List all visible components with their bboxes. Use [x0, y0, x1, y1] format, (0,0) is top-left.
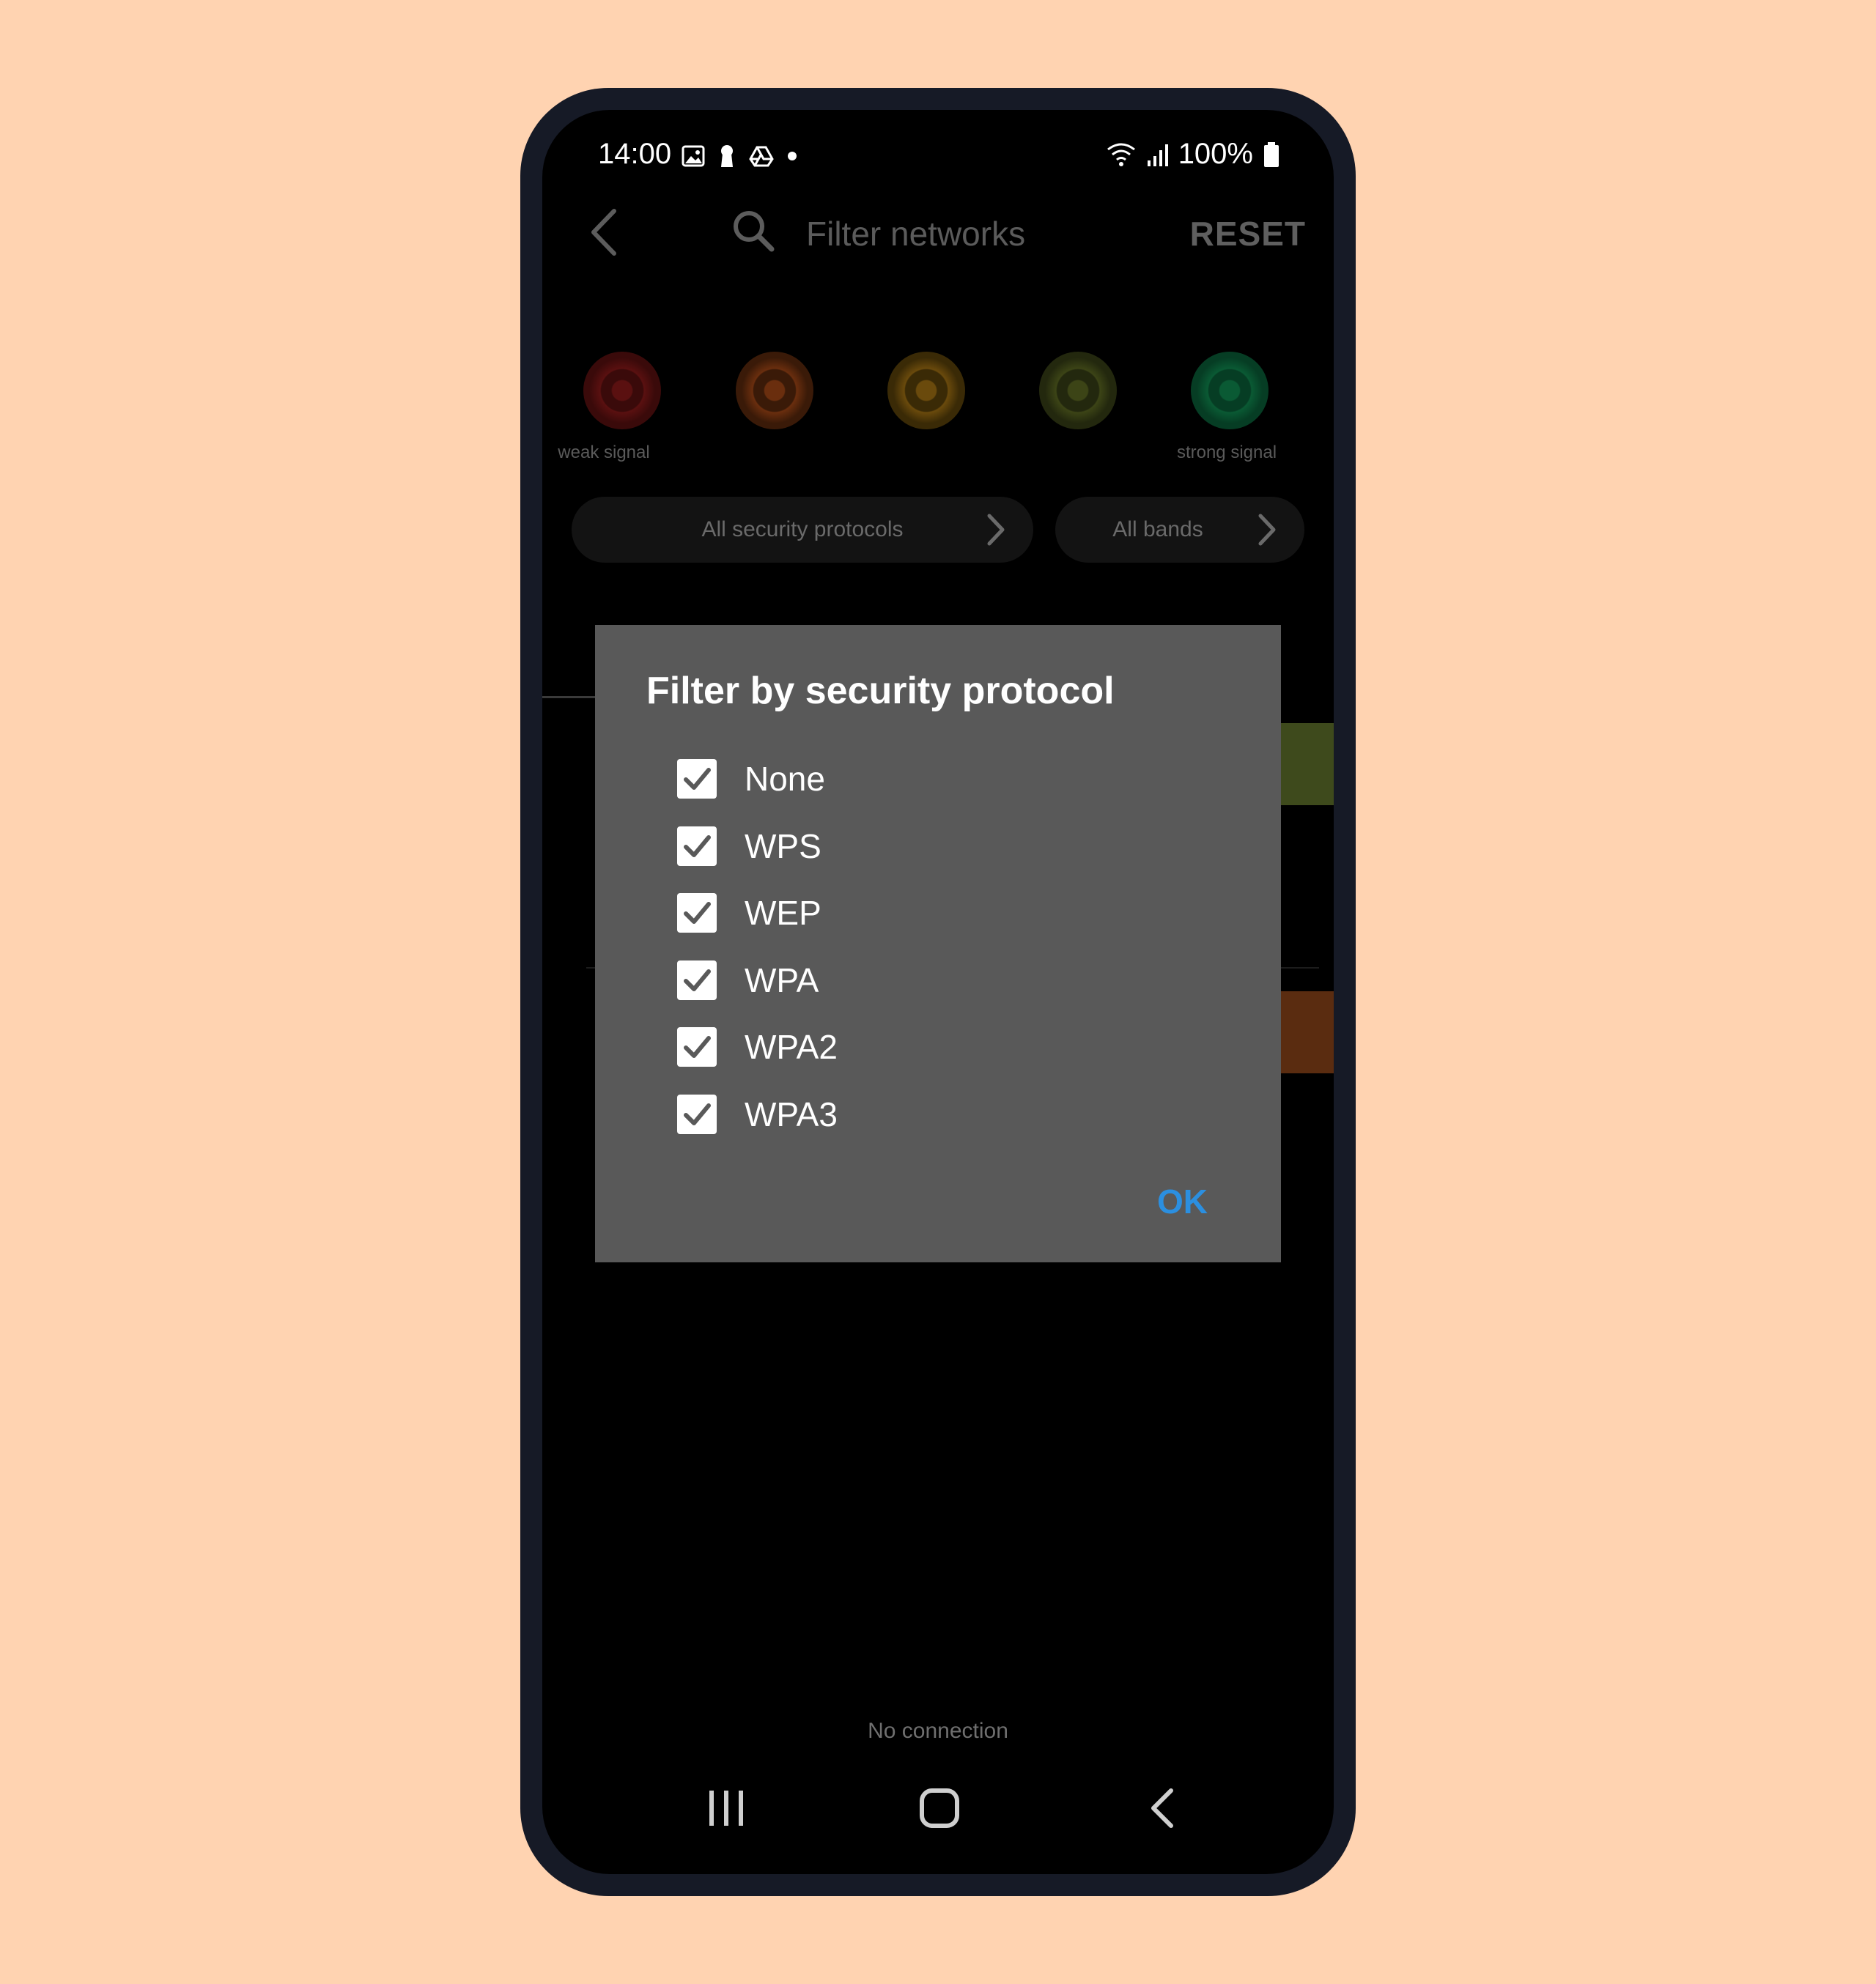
weak-signal-label: weak signal: [558, 443, 650, 462]
status-right: 100%: [1107, 138, 1279, 171]
checkbox[interactable]: [677, 1094, 717, 1134]
option-wpa[interactable]: WPA: [677, 958, 819, 1002]
network-signal-badge: [1281, 723, 1334, 805]
reset-button[interactable]: RESET: [1190, 214, 1306, 253]
checkmark-icon: [684, 902, 711, 924]
signal-level-1-toggle[interactable]: [583, 352, 661, 429]
battery-percent: 100%: [1178, 138, 1253, 170]
checkbox[interactable]: [677, 759, 717, 799]
option-label: WPS: [745, 826, 821, 865]
security-protocol-filter-label: All security protocols: [701, 517, 904, 541]
tab-divider: [542, 696, 595, 698]
checkmark-icon: [684, 834, 711, 857]
option-none[interactable]: None: [677, 757, 825, 801]
checkmark-icon: [684, 969, 711, 991]
back-arrow-icon[interactable]: [588, 207, 620, 258]
option-label: None: [745, 760, 825, 798]
security-protocol-dialog: Filter by security protocol None WPS WEP WP…: [595, 625, 1281, 1262]
chevron-right-icon: [1258, 514, 1276, 546]
option-wps[interactable]: WPS: [677, 824, 821, 868]
option-label: WPA2: [745, 1028, 838, 1066]
connection-status: No connection: [868, 1719, 1008, 1743]
keyhole-icon: [721, 145, 733, 167]
checkbox[interactable]: [677, 893, 717, 933]
signal-level-4-toggle[interactable]: [1039, 352, 1117, 429]
option-wep[interactable]: WEP: [677, 891, 821, 935]
status-notification-icons: [682, 144, 797, 169]
battery-icon: [1264, 141, 1279, 167]
status-time: 14:00: [598, 138, 672, 170]
checkbox[interactable]: [677, 1027, 717, 1067]
back-nav-icon[interactable]: [1148, 1788, 1177, 1829]
dialog-title: Filter by security protocol: [646, 670, 1115, 712]
signal-level-3-toggle[interactable]: [887, 352, 965, 429]
search-input[interactable]: Filter networks: [806, 214, 1025, 253]
bands-filter-label: All bands: [1112, 517, 1203, 541]
security-protocol-filter[interactable]: All security protocols: [572, 497, 1033, 563]
checkbox[interactable]: [677, 960, 717, 1000]
option-wpa3[interactable]: WPA3: [677, 1092, 838, 1136]
signal-level-5-toggle[interactable]: [1191, 352, 1268, 429]
option-label: WPA: [745, 960, 819, 999]
dot-icon: [788, 152, 797, 160]
image-icon: [682, 145, 705, 167]
recent-apps-icon[interactable]: [706, 1788, 746, 1829]
checkmark-icon: [684, 1036, 711, 1058]
chevron-right-icon: [987, 514, 1005, 546]
signal-level-2-toggle[interactable]: [736, 352, 813, 429]
ok-button[interactable]: OK: [1157, 1182, 1208, 1221]
strong-signal-label: strong signal: [1176, 443, 1277, 462]
checkmark-icon: [684, 768, 711, 790]
network-signal-badge: [1281, 991, 1334, 1073]
bands-filter[interactable]: All bands: [1055, 497, 1304, 563]
wifi-icon: [1107, 143, 1135, 166]
home-icon[interactable]: [919, 1788, 960, 1829]
search-icon: [734, 211, 775, 252]
option-label: WEP: [745, 894, 821, 932]
checkbox[interactable]: [677, 826, 717, 866]
cell-signal-icon: [1147, 144, 1168, 166]
option-wpa2[interactable]: WPA2: [677, 1025, 838, 1069]
drive-icon: [749, 146, 774, 167]
option-label: WPA3: [745, 1095, 838, 1133]
checkmark-icon: [684, 1103, 711, 1125]
